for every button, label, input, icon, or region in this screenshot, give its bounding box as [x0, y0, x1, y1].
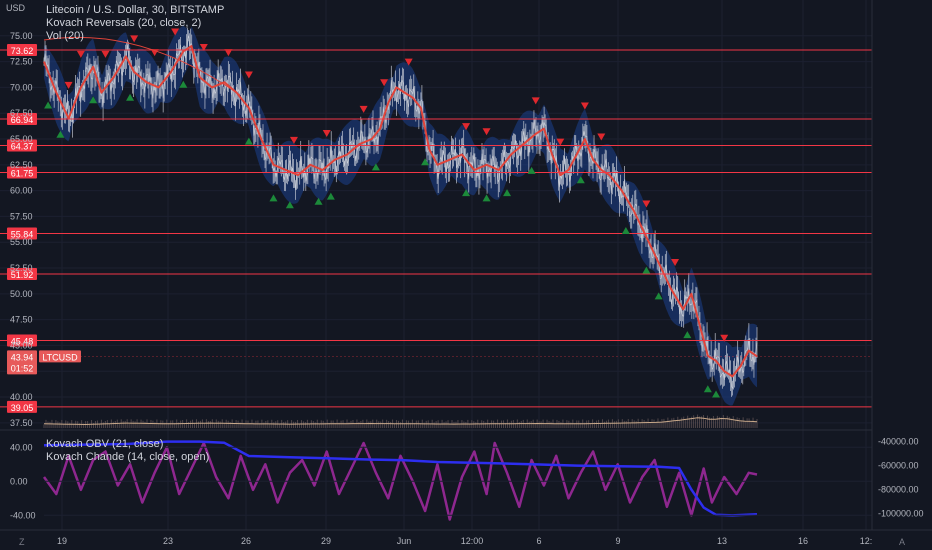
price-unit-label: USD	[6, 3, 26, 13]
current-price-label: 43.94	[11, 352, 34, 362]
time-tick-label: 9	[615, 536, 620, 546]
price-tick-label: 45.00	[10, 340, 33, 350]
bar-countdown-label: 01:52	[11, 363, 34, 373]
time-tick-label: 26	[241, 536, 251, 546]
price-tick-label: 40.00	[10, 392, 33, 402]
price-tick-label: 67.50	[10, 108, 33, 118]
level-label: 73.62	[11, 46, 34, 56]
timezone-button[interactable]: Z	[19, 537, 25, 547]
time-tick-label: 16	[798, 536, 808, 546]
indicator-label-volume[interactable]: Vol (20)	[46, 30, 84, 43]
level-label: 39.05	[11, 403, 34, 413]
symbol-badge-label: LTCUSD	[42, 352, 78, 362]
time-tick-label: 12:00	[461, 536, 484, 546]
lower-left-tick-label: 0.00	[10, 476, 28, 486]
price-tick-label: 37.50	[10, 418, 33, 428]
chart-title[interactable]: Litecoin / U.S. Dollar, 30, BITSTAMP	[46, 4, 224, 17]
lower-right-tick-label: -60000.00	[878, 461, 919, 471]
time-tick-label: 29	[321, 536, 331, 546]
lower-right-tick-label: -80000.00	[878, 485, 919, 495]
price-tick-label: 50.00	[10, 289, 33, 299]
price-tick-label: 72.50	[10, 57, 33, 67]
price-tick-label: 62.50	[10, 160, 33, 170]
time-tick-label: 23	[163, 536, 173, 546]
indicator-label-chande[interactable]: Kovach Chande (14, close, open)	[46, 451, 209, 463]
lower-left-tick-label: -40.00	[10, 510, 36, 520]
lower-right-tick-label: -40000.00	[878, 437, 919, 447]
time-tick-label: 19	[57, 536, 67, 546]
time-tick-label: 12:	[860, 536, 873, 546]
indicator-label-obv[interactable]: Kovach OBV (21, close)	[46, 438, 163, 450]
price-tick-label: 70.00	[10, 82, 33, 92]
time-tick-label: 13	[717, 536, 727, 546]
auto-scale-button[interactable]: A	[899, 537, 905, 547]
price-tick-label: 52.50	[10, 263, 33, 273]
indicator-label-reversals[interactable]: Kovach Reversals (20, close, 2)	[46, 17, 201, 30]
price-tick-label: 47.50	[10, 315, 33, 325]
time-tick-label: 6	[536, 536, 541, 546]
lower-right-tick-label: -100000.00	[878, 509, 924, 519]
price-tick-label: 60.00	[10, 186, 33, 196]
price-tick-label: 75.00	[10, 31, 33, 41]
chart-canvas[interactable]: 73.6266.9464.3761.7555.8451.9245.4839.05…	[0, 0, 932, 550]
lower-left-tick-label: 40.00	[10, 442, 33, 452]
price-tick-label: 57.50	[10, 211, 33, 221]
level-label: 61.75	[11, 169, 34, 179]
price-tick-label: 55.00	[10, 237, 33, 247]
price-tick-label: 65.00	[10, 134, 33, 144]
time-tick-label: Jun	[397, 536, 412, 546]
